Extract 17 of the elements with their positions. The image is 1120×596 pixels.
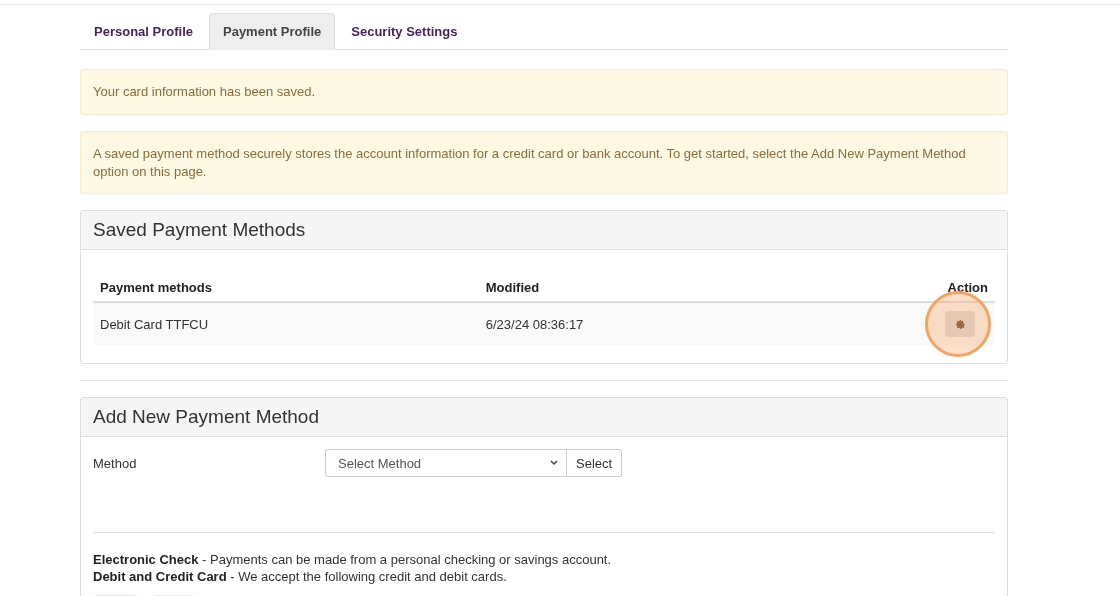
table-cell: Debit Card TTFCU xyxy=(93,302,479,345)
alert-message: A saved payment method securely stores the account information for a credit card or bank account. To get started, select the Add New Payment Method option on this page. xyxy=(80,131,1008,194)
profile-tab[interactable]: Personal Profile xyxy=(80,13,207,50)
panel-title: Saved Payment Methods xyxy=(93,219,306,240)
table-cell: 6/23/24 08:36:17 xyxy=(478,302,821,345)
settings-button[interactable] xyxy=(945,311,975,337)
alert-message: Your card information has been saved. xyxy=(80,69,1008,115)
payment-note: Debit and Credit Card - We accept the following credit and debit cards. xyxy=(92,568,508,585)
method-label: Method xyxy=(93,455,138,471)
chevron-down-icon xyxy=(550,460,558,466)
payment-note: Electronic Check - Payments can be made from a personal checking or savings account. xyxy=(92,551,613,568)
panel-title: Add New Payment Method xyxy=(93,406,319,427)
profile-tab[interactable]: Payment Profile xyxy=(209,13,336,50)
method-select[interactable]: Select Method xyxy=(325,449,567,477)
settings-icon xyxy=(954,318,966,330)
select-button[interactable]: Select xyxy=(567,449,623,477)
profile-tab[interactable]: Security Settings xyxy=(337,13,472,50)
